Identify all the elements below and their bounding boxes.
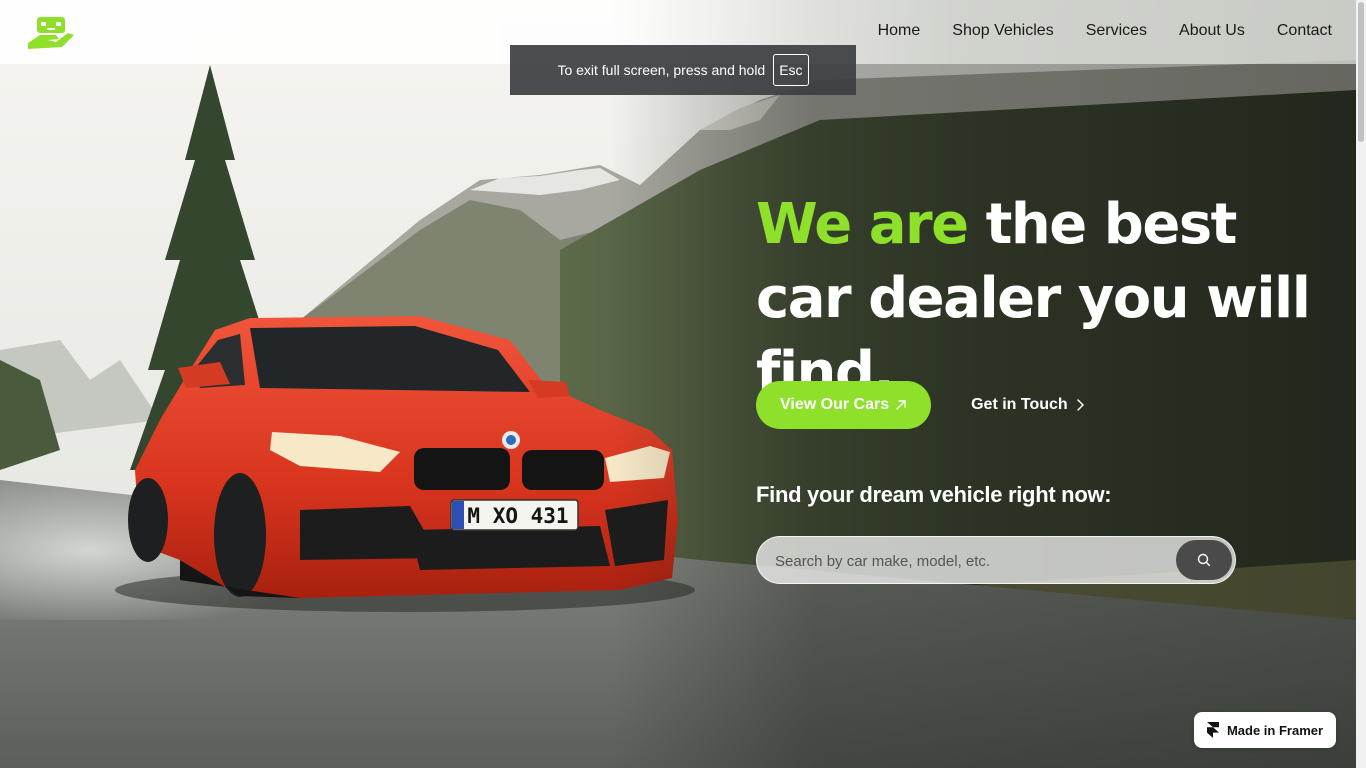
vehicle-search-bar xyxy=(756,536,1236,585)
main-nav: Home Shop Vehicles Services About Us Con… xyxy=(878,20,1332,42)
headline-accent: We are xyxy=(756,192,969,257)
nav-shop-vehicles[interactable]: Shop Vehicles xyxy=(952,20,1053,42)
license-plate-text: M XO 431 xyxy=(467,504,568,528)
search-heading: Find your dream vehicle right now: xyxy=(756,482,1112,507)
nav-contact[interactable]: Contact xyxy=(1277,20,1332,42)
nav-home[interactable]: Home xyxy=(878,20,921,42)
page: M XO 431 Home Shop Vehicles Services Abo… xyxy=(0,0,1366,768)
toast-message: To exit full screen, press and hold xyxy=(557,62,766,78)
view-our-cars-label: View Our Cars xyxy=(780,396,890,413)
logo[interactable] xyxy=(26,15,76,51)
fullscreen-exit-toast: To exit full screen, press and hold Esc xyxy=(510,45,856,95)
nav-about-us[interactable]: About Us xyxy=(1179,20,1245,42)
arrow-up-right-icon xyxy=(896,400,906,410)
view-our-cars-button[interactable]: View Our Cars xyxy=(756,381,932,429)
car-in-hand-icon xyxy=(28,17,74,49)
get-in-touch-label: Get in Touch xyxy=(971,396,1068,413)
get-in-touch-button[interactable]: Get in Touch xyxy=(971,396,1084,414)
scrollbar-thumb[interactable] xyxy=(1358,2,1364,142)
framer-logo-icon xyxy=(1206,722,1219,738)
hero-headline: We are the best car dealer you will find… xyxy=(756,188,1336,410)
hero-cta-row: View Our Cars Get in Touch xyxy=(756,381,1084,429)
nav-services[interactable]: Services xyxy=(1086,20,1147,42)
page-scrollbar[interactable] xyxy=(1356,0,1366,768)
search-icon xyxy=(1197,553,1211,567)
esc-key-label: Esc xyxy=(773,54,809,86)
chevron-right-icon xyxy=(1076,399,1084,411)
vehicle-search-input[interactable] xyxy=(773,537,1177,585)
search-button[interactable] xyxy=(1176,540,1232,580)
made-in-framer-badge[interactable]: Made in Framer xyxy=(1194,712,1336,748)
badge-label: Made in Framer xyxy=(1226,722,1324,738)
